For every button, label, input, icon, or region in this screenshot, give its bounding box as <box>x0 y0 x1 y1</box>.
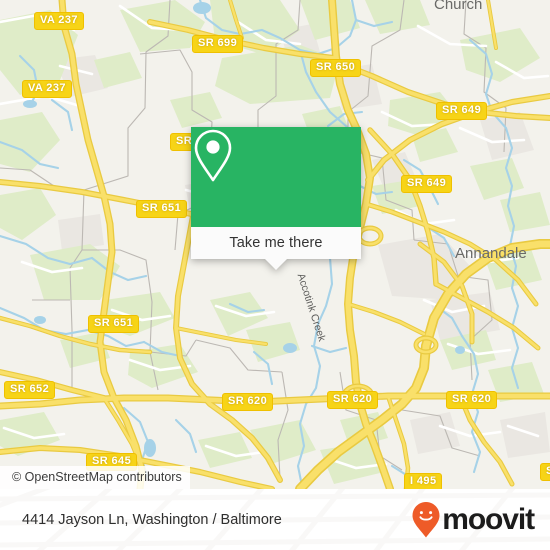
road-shield-sr-651-south[interactable]: SR 651 <box>88 315 140 333</box>
moovit-brand[interactable]: moovit <box>411 501 535 539</box>
road-shield-sr-649-south[interactable]: SR 649 <box>401 175 453 193</box>
road-shield-sr-620-west[interactable]: SR 620 <box>222 393 274 411</box>
moovit-map-screenshot: Church Annandale Accotink Creek VA 237 S… <box>0 0 550 550</box>
road-shield-sr-651-north[interactable]: SR 651 <box>136 200 188 218</box>
road-shield-clipped-right[interactable]: SR <box>540 463 550 481</box>
road-shield-sr-650[interactable]: SR 650 <box>310 59 362 77</box>
popup-action-area[interactable]: Take me there <box>191 227 361 270</box>
road-shield-sr-620-mid[interactable]: SR 620 <box>327 391 379 409</box>
address-label: 4414 Jayson Ln, Washington / Baltimore <box>22 511 282 528</box>
place-label-church: Church <box>434 0 483 13</box>
road-shield-sr-649-north[interactable]: SR 649 <box>436 102 488 120</box>
map-canvas[interactable]: Church Annandale Accotink Creek VA 237 S… <box>0 0 550 489</box>
road-shield-sr-652[interactable]: SR 652 <box>4 381 56 399</box>
road-shield-va-237-north[interactable]: VA 237 <box>34 12 84 30</box>
map-pin-icon <box>194 129 232 182</box>
footer-bar: 4414 Jayson Ln, Washington / Baltimore m… <box>0 489 550 550</box>
road-shield-i-495[interactable]: I 495 <box>404 473 443 489</box>
popup-pointer-tail <box>265 259 287 270</box>
road-shield-va-237-south[interactable]: VA 237 <box>22 80 72 98</box>
moovit-wordmark: moovit <box>442 502 535 536</box>
map-attribution[interactable]: © OpenStreetMap contributors <box>0 466 190 489</box>
popup-icon-area <box>191 127 361 227</box>
destination-popup-card[interactable]: Take me there <box>191 127 361 270</box>
road-shield-sr-620-east[interactable]: SR 620 <box>446 391 498 409</box>
place-label-annandale: Annandale <box>455 245 527 262</box>
take-me-there-label: Take me there <box>229 235 323 251</box>
moovit-smiley-pin-logo <box>412 501 440 537</box>
road-shield-sr-699[interactable]: SR 699 <box>192 35 244 53</box>
